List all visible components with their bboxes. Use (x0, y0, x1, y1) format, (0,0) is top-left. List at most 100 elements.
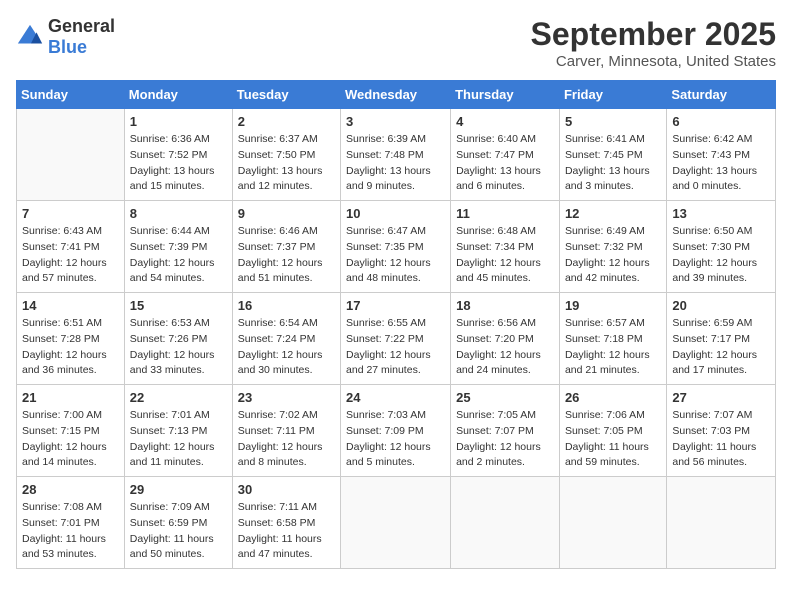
day-number: 14 (22, 298, 119, 313)
weekday-header: Friday (559, 81, 666, 109)
day-number: 28 (22, 482, 119, 497)
weekday-header: Tuesday (232, 81, 340, 109)
calendar-cell (17, 109, 125, 201)
calendar-cell: 26Sunrise: 7:06 AMSunset: 7:05 PMDayligh… (559, 385, 666, 477)
calendar-cell: 30Sunrise: 7:11 AMSunset: 6:58 PMDayligh… (232, 477, 340, 569)
calendar-cell: 11 Sunrise: 6:48 AMSunset: 7:34 PMDayligh… (451, 201, 560, 293)
day-number: 16 (238, 298, 335, 313)
cell-info: Sunrise: 6:49 AMSunset: 7:32 PMDaylight:… (565, 224, 661, 287)
cell-info: Sunrise: 7:07 AMSunset: 7:03 PMDaylight:… (672, 408, 770, 471)
calendar-cell: 18 Sunrise: 6:56 AMSunset: 7:20 PMDayligh… (451, 293, 560, 385)
main-title: September 2025 (531, 16, 776, 53)
weekday-header: Sunday (17, 81, 125, 109)
calendar-cell: 23 Sunrise: 7:02 AMSunset: 7:11 PMDayligh… (232, 385, 340, 477)
subtitle: Carver, Minnesota, United States (531, 53, 776, 70)
cell-info: Sunrise: 6:44 AMSunset: 7:39 PMDaylight:… (130, 224, 227, 287)
calendar-cell: 3Sunrise: 6:39 AMSunset: 7:48 PMDaylight… (341, 109, 451, 201)
calendar-cell (667, 477, 776, 569)
day-number: 15 (130, 298, 227, 313)
calendar-cell: 5Sunrise: 6:41 AMSunset: 7:45 PMDaylight… (559, 109, 666, 201)
logo-blue: Blue (48, 37, 87, 57)
calendar-cell: 13 Sunrise: 6:50 AMSunset: 7:30 PMDayligh… (667, 201, 776, 293)
calendar-cell: 10 Sunrise: 6:47 AMSunset: 7:35 PMDayligh… (341, 201, 451, 293)
day-number: 7 (22, 206, 119, 221)
calendar-week-row: 7 Sunrise: 6:43 AMSunset: 7:41 PMDaylight… (17, 201, 776, 293)
calendar-cell: 15 Sunrise: 6:53 AMSunset: 7:26 PMDayligh… (124, 293, 232, 385)
weekday-header-row: SundayMondayTuesdayWednesdayThursdayFrid… (17, 81, 776, 109)
cell-info: Sunrise: 6:48 AMSunset: 7:34 PMDaylight:… (456, 224, 554, 287)
calendar-table: SundayMondayTuesdayWednesdayThursdayFrid… (16, 80, 776, 569)
calendar-cell: 1 Sunrise: 6:36 AMSunset: 7:52 PMDaylight… (124, 109, 232, 201)
cell-info: Sunrise: 6:56 AMSunset: 7:20 PMDaylight:… (456, 316, 554, 379)
day-number: 24 (346, 390, 445, 405)
day-number: 12 (565, 206, 661, 221)
calendar-cell (451, 477, 560, 569)
day-number: 20 (672, 298, 770, 313)
day-number: 10 (346, 206, 445, 221)
day-number: 17 (346, 298, 445, 313)
calendar-cell: 22 Sunrise: 7:01 AMSunset: 7:13 PMDayligh… (124, 385, 232, 477)
calendar-cell: 27 Sunrise: 7:07 AMSunset: 7:03 PMDayligh… (667, 385, 776, 477)
day-number: 25 (456, 390, 554, 405)
cell-info: Sunrise: 6:39 AMSunset: 7:48 PMDaylight:… (346, 132, 445, 195)
calendar-cell: 14 Sunrise: 6:51 AMSunset: 7:28 PMDayligh… (17, 293, 125, 385)
cell-info: Sunrise: 6:59 AMSunset: 7:17 PMDaylight:… (672, 316, 770, 379)
day-number: 8 (130, 206, 227, 221)
cell-info: Sunrise: 7:01 AMSunset: 7:13 PMDaylight:… (130, 408, 227, 471)
cell-info: Sunrise: 6:57 AMSunset: 7:18 PMDaylight:… (565, 316, 661, 379)
day-number: 18 (456, 298, 554, 313)
calendar-cell: 2 Sunrise: 6:37 AMSunset: 7:50 PMDaylight… (232, 109, 340, 201)
calendar-week-row: 21Sunrise: 7:00 AMSunset: 7:15 PMDayligh… (17, 385, 776, 477)
cell-info: Sunrise: 6:36 AMSunset: 7:52 PMDaylight:… (130, 132, 227, 195)
calendar-cell: 24 Sunrise: 7:03 AMSunset: 7:09 PMDayligh… (341, 385, 451, 477)
weekday-header: Wednesday (341, 81, 451, 109)
day-number: 2 (238, 114, 335, 129)
cell-info: Sunrise: 6:46 AMSunset: 7:37 PMDaylight:… (238, 224, 335, 287)
cell-info: Sunrise: 7:09 AMSunset: 6:59 PMDaylight:… (130, 500, 227, 563)
calendar-cell: 17 Sunrise: 6:55 AMSunset: 7:22 PMDayligh… (341, 293, 451, 385)
cell-info: Sunrise: 7:03 AMSunset: 7:09 PMDaylight:… (346, 408, 445, 471)
cell-info: Sunrise: 6:55 AMSunset: 7:22 PMDaylight:… (346, 316, 445, 379)
calendar-week-row: 1 Sunrise: 6:36 AMSunset: 7:52 PMDaylight… (17, 109, 776, 201)
day-number: 23 (238, 390, 335, 405)
day-number: 5 (565, 114, 661, 129)
calendar-cell: 19 Sunrise: 6:57 AMSunset: 7:18 PMDayligh… (559, 293, 666, 385)
calendar-cell: 29 Sunrise: 7:09 AMSunset: 6:59 PMDayligh… (124, 477, 232, 569)
day-number: 6 (672, 114, 770, 129)
cell-info: Sunrise: 6:51 AMSunset: 7:28 PMDaylight:… (22, 316, 119, 379)
day-number: 19 (565, 298, 661, 313)
cell-info: Sunrise: 6:50 AMSunset: 7:30 PMDaylight:… (672, 224, 770, 287)
cell-info: Sunrise: 6:47 AMSunset: 7:35 PMDaylight:… (346, 224, 445, 287)
calendar-cell: 28Sunrise: 7:08 AMSunset: 7:01 PMDayligh… (17, 477, 125, 569)
page-header: General Blue September 2025 Carver, Minn… (16, 16, 776, 70)
calendar-week-row: 14 Sunrise: 6:51 AMSunset: 7:28 PMDayligh… (17, 293, 776, 385)
weekday-header: Saturday (667, 81, 776, 109)
day-number: 4 (456, 114, 554, 129)
calendar-cell: 16Sunrise: 6:54 AMSunset: 7:24 PMDayligh… (232, 293, 340, 385)
cell-info: Sunrise: 6:43 AMSunset: 7:41 PMDaylight:… (22, 224, 119, 287)
day-number: 27 (672, 390, 770, 405)
day-number: 21 (22, 390, 119, 405)
calendar-cell: 9 Sunrise: 6:46 AMSunset: 7:37 PMDaylight… (232, 201, 340, 293)
day-number: 13 (672, 206, 770, 221)
logo-general: General (48, 16, 115, 36)
weekday-header: Thursday (451, 81, 560, 109)
cell-info: Sunrise: 6:53 AMSunset: 7:26 PMDaylight:… (130, 316, 227, 379)
calendar-cell: 25Sunrise: 7:05 AMSunset: 7:07 PMDayligh… (451, 385, 560, 477)
logo: General Blue (16, 16, 115, 58)
title-block: September 2025 Carver, Minnesota, United… (531, 16, 776, 70)
calendar-cell: 12 Sunrise: 6:49 AMSunset: 7:32 PMDayligh… (559, 201, 666, 293)
cell-info: Sunrise: 7:02 AMSunset: 7:11 PMDaylight:… (238, 408, 335, 471)
calendar-cell: 6 Sunrise: 6:42 AMSunset: 7:43 PMDaylight… (667, 109, 776, 201)
day-number: 1 (130, 114, 227, 129)
day-number: 9 (238, 206, 335, 221)
cell-info: Sunrise: 6:40 AMSunset: 7:47 PMDaylight:… (456, 132, 554, 195)
calendar-cell: 7 Sunrise: 6:43 AMSunset: 7:41 PMDaylight… (17, 201, 125, 293)
day-number: 11 (456, 206, 554, 221)
cell-info: Sunrise: 6:37 AMSunset: 7:50 PMDaylight:… (238, 132, 335, 195)
cell-info: Sunrise: 7:06 AMSunset: 7:05 PMDaylight:… (565, 408, 661, 471)
cell-info: Sunrise: 6:42 AMSunset: 7:43 PMDaylight:… (672, 132, 770, 195)
day-number: 29 (130, 482, 227, 497)
day-number: 22 (130, 390, 227, 405)
day-number: 30 (238, 482, 335, 497)
